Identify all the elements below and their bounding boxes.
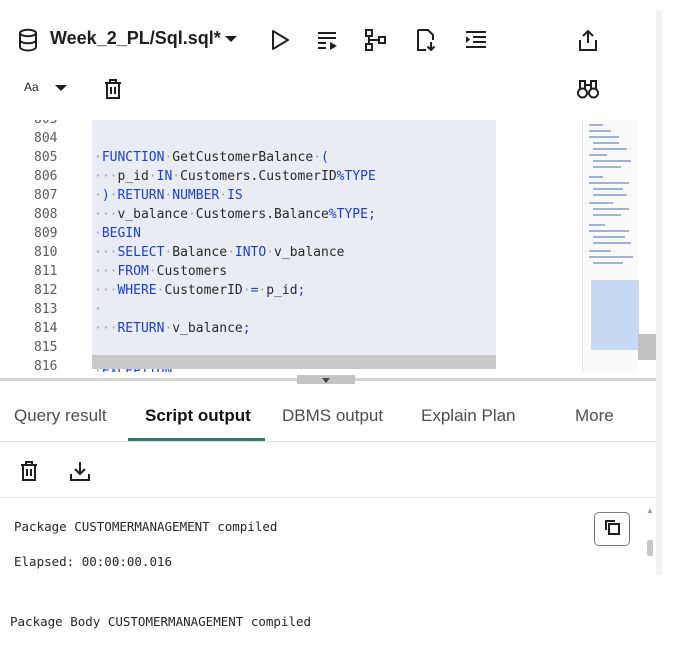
- chevron-down-icon[interactable]: [220, 28, 242, 50]
- trash-icon[interactable]: [100, 76, 126, 102]
- output-toolbar: [0, 444, 656, 498]
- download-file-icon[interactable]: [412, 26, 440, 54]
- output-tabs: Query result Script output DBMS output E…: [0, 392, 656, 442]
- scroll-up-icon[interactable]: ▲: [646, 506, 654, 515]
- line-number-gutter: 803 804 805 806 807 808 809 810 811 812 …: [0, 120, 92, 372]
- explain-plan-icon[interactable]: [362, 26, 390, 54]
- code-line[interactable]: ···WHERE·CustomerID·=·p_id;: [94, 281, 305, 300]
- line-number: 814: [34, 321, 58, 336]
- find-icon[interactable]: [574, 76, 602, 102]
- run-icon[interactable]: [266, 26, 294, 54]
- tab-dbms-output[interactable]: DBMS output: [282, 406, 383, 426]
- line-number: 806: [34, 169, 58, 184]
- tab-more[interactable]: More: [575, 406, 614, 426]
- code-editor[interactable]: 803 804 805 806 807 808 809 810 811 812 …: [0, 120, 656, 372]
- line-number: 809: [34, 226, 58, 241]
- line-number: 815: [34, 340, 58, 355]
- code-line[interactable]: ···RETURN·v_balance;: [94, 319, 251, 338]
- editor-minimap[interactable]: [582, 120, 639, 372]
- run-script-icon[interactable]: [314, 26, 342, 54]
- share-icon[interactable]: [574, 26, 602, 54]
- copy-button[interactable]: [594, 512, 630, 546]
- code-line[interactable]: ···v_balance·Customers.Balance%TYPE;: [94, 205, 376, 224]
- output-line: Package Body CUSTOMERMANAGEMENT compiled: [10, 614, 312, 629]
- copy-icon: [603, 518, 621, 541]
- chevron-down-icon[interactable]: [50, 78, 72, 98]
- page-scrollbar[interactable]: [656, 10, 662, 575]
- trash-icon[interactable]: [16, 458, 42, 484]
- tab-explain-plan[interactable]: Explain Plan: [421, 406, 516, 426]
- line-number: 805: [34, 150, 58, 165]
- line-number: 810: [34, 245, 58, 260]
- line-number: 807: [34, 188, 58, 203]
- chevron-down-icon: [321, 371, 331, 389]
- output-line: Package CUSTOMERMANAGEMENT compiled: [14, 519, 278, 534]
- code-line[interactable]: ···FROM·Customers: [94, 262, 227, 281]
- font-size-label[interactable]: Aa: [24, 80, 39, 94]
- line-number: 816: [34, 359, 58, 372]
- line-number: 811: [34, 264, 58, 279]
- format-icon[interactable]: [462, 26, 490, 54]
- editor-horizontal-scrollbar[interactable]: [92, 355, 496, 369]
- code-line[interactable]: ·: [94, 300, 102, 319]
- code-line[interactable]: ·BEGIN: [94, 224, 141, 243]
- editor-vertical-scrollbar[interactable]: [638, 334, 656, 360]
- tab-script-output[interactable]: Script output: [145, 406, 251, 426]
- database-icon[interactable]: [14, 26, 42, 54]
- line-number: 812: [34, 283, 58, 298]
- active-tab-indicator: [128, 438, 265, 441]
- line-number: 803: [34, 120, 62, 129]
- tab-query-result[interactable]: Query result: [14, 406, 107, 426]
- editor-toolbar-secondary: [0, 68, 656, 120]
- code-line[interactable]: ·)·RETURN·NUMBER·IS: [94, 186, 243, 205]
- output-line: Elapsed: 00:00:00.016: [14, 554, 173, 569]
- file-title[interactable]: Week_2_PL/Sql.sql*: [50, 28, 221, 49]
- panel-splitter[interactable]: [0, 372, 656, 386]
- editor-toolbar: Week_2_PL/Sql.sql*: [0, 0, 656, 78]
- line-number: 808: [34, 207, 58, 222]
- splitter-handle[interactable]: [297, 375, 355, 384]
- code-line[interactable]: ···SELECT·Balance·INTO·v_balance: [94, 243, 345, 262]
- line-number: 804: [34, 131, 58, 146]
- line-number: 813: [34, 302, 58, 317]
- download-icon[interactable]: [66, 458, 94, 484]
- output-scrollbar[interactable]: [647, 540, 653, 556]
- code-line[interactable]: ···p_id·IN·Customers.CustomerID%TYPE: [94, 167, 376, 186]
- code-line[interactable]: ·FUNCTION·GetCustomerBalance·(: [94, 148, 329, 167]
